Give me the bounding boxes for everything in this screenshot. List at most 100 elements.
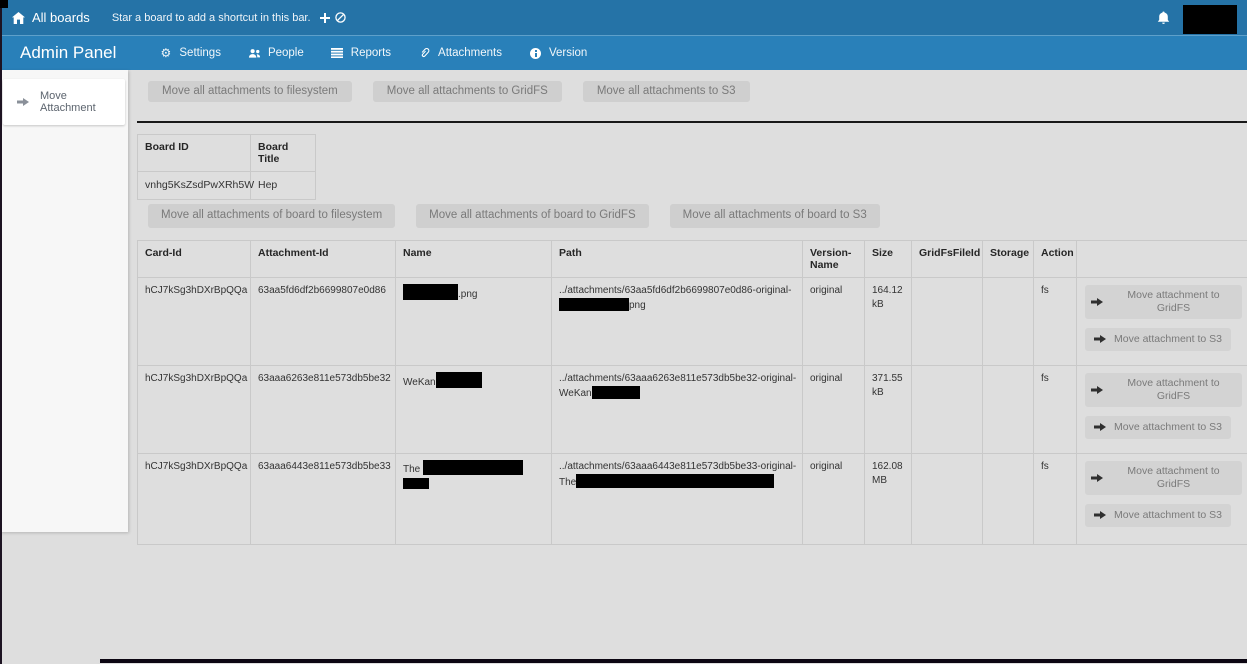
people-icon — [248, 48, 261, 59]
header-size: Size — [865, 240, 912, 277]
move-all-to-gridfs-button[interactable]: Move all attachments to GridFS — [373, 81, 562, 102]
redacted-text — [559, 298, 629, 311]
board-table-header-board-id: Board ID — [138, 135, 251, 172]
cell-board-title: Hep — [251, 172, 316, 200]
move-attachment-to-gridfs-button[interactable]: Move attachment to GridFS — [1085, 373, 1242, 407]
arrow-right-icon — [1094, 422, 1106, 432]
attachment-row: hCJ7kSg3hDXrBpQQa 63aaa6443e811e573db5be… — [138, 453, 1247, 544]
redacted-bottom-bar — [100, 659, 1247, 663]
redacted-user-area[interactable] — [1183, 5, 1237, 34]
header-gridfsfileid: GridFsFileId — [912, 240, 983, 277]
shortcut-hint: Star a board to add a shortcut in this b… — [112, 12, 346, 24]
move-board-to-filesystem-button[interactable]: Move all attachments of board to filesys… — [148, 204, 395, 228]
attachment-row: hCJ7kSg3hDXrBpQQa 63aa5fd6df2b6699807e0d… — [138, 277, 1247, 365]
cell-gridfsfileid — [912, 365, 983, 453]
cell-action: fs — [1034, 365, 1077, 453]
nav-item-attachments[interactable]: Attachments — [418, 47, 502, 59]
arrow-right-icon — [1094, 510, 1106, 520]
move-attachment-to-s3-button[interactable]: Move attachment to S3 — [1085, 504, 1231, 527]
cell-attachment-id: 63aaa6263e811e573db5be32 — [251, 365, 396, 453]
cell-size: 371.55 kB — [865, 365, 912, 453]
board-table-header-board-title: Board Title — [251, 135, 316, 172]
redacted-text — [423, 460, 523, 475]
move-all-to-s3-button[interactable]: Move all attachments to S3 — [583, 81, 750, 102]
move-attachment-to-s3-button[interactable]: Move attachment to S3 — [1085, 328, 1231, 351]
nav-item-label: Reports — [351, 47, 391, 59]
cell-version-name: original — [803, 453, 865, 544]
cell-path: ../attachments/63aaa6443e811e573db5be33-… — [552, 453, 803, 544]
redacted-text — [403, 478, 429, 489]
cell-size: 162.08 MB — [865, 453, 912, 544]
cell-row-buttons: Move attachment to GridFS Move attachmen… — [1077, 365, 1247, 453]
nav-item-label: People — [268, 47, 304, 59]
header-action: Action — [1034, 240, 1077, 277]
cell-size: 164.12 kB — [865, 277, 912, 365]
content-area: Move Attachment Move all attachments to … — [0, 70, 1247, 664]
redacted-text — [403, 284, 458, 300]
header-path: Path — [552, 240, 803, 277]
cell-name: WeKan — [396, 365, 552, 453]
gear-icon: ⚙ — [159, 46, 172, 60]
cell-action: fs — [1034, 453, 1077, 544]
admin-nav-bar: Admin Panel ⚙ Settings People Reports — [0, 35, 1247, 70]
arrow-right-icon — [1091, 297, 1103, 307]
move-board-to-s3-button[interactable]: Move all attachments of board to S3 — [670, 204, 880, 228]
cell-name: The — [396, 453, 552, 544]
nav-item-reports[interactable]: Reports — [331, 47, 391, 59]
cell-name: .png — [396, 277, 552, 365]
bell-icon[interactable] — [1157, 11, 1170, 25]
divider — [137, 121, 1247, 123]
cell-path: ../attachments/63aa5fd6df2b6699807e0d86-… — [552, 277, 803, 365]
admin-nav-items: ⚙ Settings People Reports Attachments — [132, 46, 587, 60]
cell-action: fs — [1034, 277, 1077, 365]
wekan-admin-panel-screen: All boards Star a board to add a shortcu… — [0, 0, 1247, 664]
nav-item-label: Settings — [179, 47, 221, 59]
header-version-name: Version-Name — [803, 240, 865, 277]
nav-item-label: Attachments — [438, 47, 502, 59]
cancel-icon[interactable] — [335, 12, 346, 23]
shortcut-hint-text: Star a board to add a shortcut in this b… — [112, 12, 311, 24]
redacted-text — [576, 474, 774, 488]
move-attachment-panel: Move all attachments to filesystem Move … — [137, 70, 1247, 545]
cell-card-id: hCJ7kSg3hDXrBpQQa — [138, 277, 251, 365]
nav-item-settings[interactable]: ⚙ Settings — [159, 46, 221, 60]
move-attachment-to-s3-button[interactable]: Move attachment to S3 — [1085, 416, 1231, 439]
board-table: Board ID Board Title vnhg5KsZsdPwXRh5W H… — [137, 134, 316, 200]
nav-item-version[interactable]: Version — [529, 47, 587, 59]
cell-row-buttons: Move attachment to GridFS Move attachmen… — [1077, 277, 1247, 365]
sidebar-item-label: Move Attachment — [40, 90, 121, 114]
redacted-text — [436, 372, 482, 388]
screen-corner-artifact — [0, 0, 8, 8]
move-attachment-to-gridfs-button[interactable]: Move attachment to GridFS — [1085, 461, 1242, 495]
nav-item-people[interactable]: People — [248, 47, 304, 59]
arrow-right-icon — [1091, 473, 1103, 483]
all-boards-label: All boards — [32, 10, 90, 25]
arrow-right-icon — [1094, 334, 1106, 344]
move-board-to-gridfs-button[interactable]: Move all attachments of board to GridFS — [416, 204, 648, 228]
cell-path: ../attachments/63aaa6263e811e573db5be32-… — [552, 365, 803, 453]
cell-row-buttons: Move attachment to GridFS Move attachmen… — [1077, 453, 1247, 544]
header-name: Name — [396, 240, 552, 277]
screen-edge-artifact — [0, 8, 2, 664]
cell-card-id: hCJ7kSg3hDXrBpQQa — [138, 365, 251, 453]
cell-board-id: vnhg5KsZsdPwXRh5W — [138, 172, 251, 200]
top-bar: All boards Star a board to add a shortcu… — [0, 0, 1247, 35]
all-boards-link[interactable]: All boards — [12, 10, 90, 25]
attachments-table: Card-Id Attachment-Id Name Path Version-… — [137, 240, 1247, 545]
global-actions-row: Move all attachments to filesystem Move … — [148, 81, 1247, 102]
paperclip-icon — [418, 47, 431, 59]
attachment-row: hCJ7kSg3hDXrBpQQa 63aaa6263e811e573db5be… — [138, 365, 1247, 453]
redacted-text — [592, 386, 640, 399]
plus-icon[interactable] — [320, 13, 330, 23]
cell-version-name: original — [803, 365, 865, 453]
cell-gridfsfileid — [912, 277, 983, 365]
cell-card-id: hCJ7kSg3hDXrBpQQa — [138, 453, 251, 544]
move-all-to-filesystem-button[interactable]: Move all attachments to filesystem — [148, 81, 352, 102]
header-storage: Storage — [983, 240, 1034, 277]
arrow-right-icon — [1091, 385, 1103, 395]
reports-icon — [331, 48, 344, 58]
sidebar-item-move-attachment[interactable]: Move Attachment — [3, 79, 125, 125]
cell-storage — [983, 277, 1034, 365]
admin-sidebar: Move Attachment — [0, 70, 128, 532]
move-attachment-to-gridfs-button[interactable]: Move attachment to GridFS — [1085, 285, 1242, 319]
